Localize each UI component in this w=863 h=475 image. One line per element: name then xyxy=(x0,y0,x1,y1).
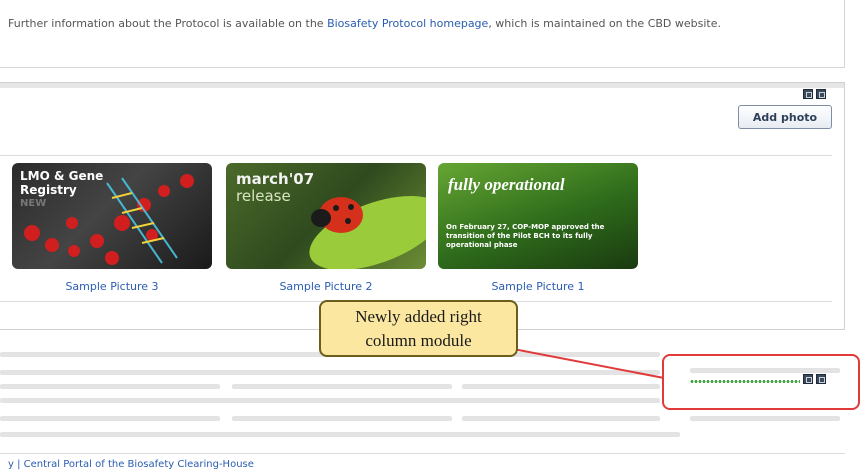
callout-line2: column module xyxy=(365,331,472,350)
annotation-callout: Newly added right column module xyxy=(319,300,518,357)
callout-line1: Newly added right xyxy=(355,307,482,326)
footer-divider xyxy=(0,453,845,454)
footer-link[interactable]: y | Central Portal of the Biosafety Clea… xyxy=(8,459,254,470)
callout-connector xyxy=(503,343,665,379)
